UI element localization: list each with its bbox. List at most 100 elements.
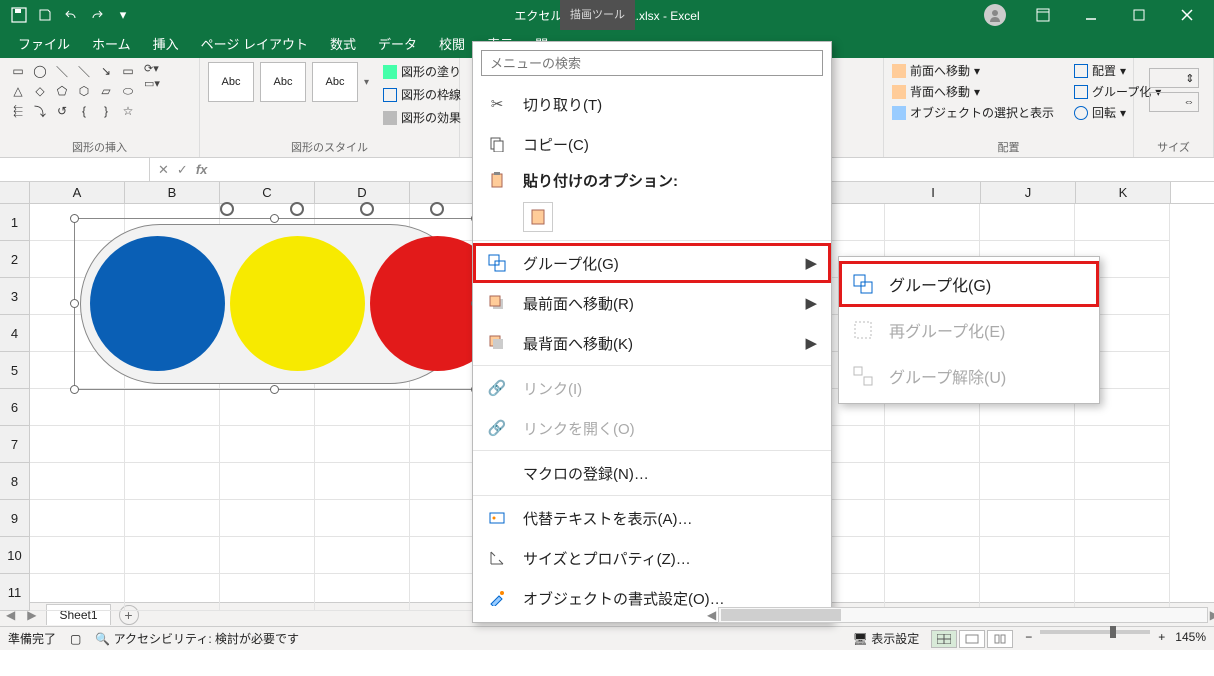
fx-icon[interactable]: fx — [196, 162, 208, 177]
height-input[interactable]: ⇕ — [1149, 68, 1199, 88]
cell[interactable] — [980, 500, 1075, 537]
cell[interactable] — [1075, 537, 1170, 574]
cell[interactable] — [885, 204, 980, 241]
cell[interactable] — [220, 537, 315, 574]
cell[interactable] — [1075, 204, 1170, 241]
style-gallery[interactable]: Abc Abc Abc ▾ — [208, 62, 369, 102]
paste-option-1[interactable] — [523, 202, 553, 232]
cell[interactable] — [885, 537, 980, 574]
cell[interactable] — [220, 426, 315, 463]
view-page-break[interactable] — [987, 630, 1013, 648]
row-header[interactable]: 2 — [0, 241, 30, 278]
send-backward-button[interactable]: 背面へ移動 ▾ — [892, 83, 1054, 100]
cell[interactable] — [315, 537, 410, 574]
menu-search[interactable] — [481, 50, 823, 76]
row-header[interactable]: 3 — [0, 278, 30, 315]
row-header[interactable]: 9 — [0, 500, 30, 537]
qat-customize-icon[interactable]: ▾ — [112, 4, 134, 26]
zoom-in-button[interactable]: + — [1158, 630, 1165, 648]
selection-pane-button[interactable]: オブジェクトの選択と表示 — [892, 104, 1054, 121]
name-box[interactable] — [0, 158, 150, 181]
maximize-button[interactable] — [1116, 0, 1162, 30]
shape-effects-button[interactable]: 図形の効果 — [379, 108, 465, 127]
tab-file[interactable]: ファイル — [8, 29, 80, 58]
col-header[interactable]: B — [125, 182, 220, 203]
cell[interactable] — [125, 463, 220, 500]
row-header[interactable]: 6 — [0, 389, 30, 426]
cell[interactable] — [885, 574, 980, 611]
row-header[interactable]: 7 — [0, 426, 30, 463]
cell[interactable] — [125, 426, 220, 463]
cell[interactable] — [220, 463, 315, 500]
cell[interactable] — [980, 574, 1075, 611]
zoom-out-button[interactable]: − — [1025, 630, 1032, 648]
select-all-corner[interactable] — [0, 182, 30, 203]
view-page-layout[interactable] — [959, 630, 985, 648]
col-header[interactable]: C — [220, 182, 315, 203]
zoom-slider[interactable] — [1040, 630, 1150, 634]
cell[interactable] — [30, 537, 125, 574]
bring-forward-button[interactable]: 前面へ移動 ▾ — [892, 62, 1054, 79]
rotate-handle[interactable] — [220, 202, 234, 216]
cell[interactable] — [220, 389, 315, 426]
cell[interactable] — [885, 426, 980, 463]
cell[interactable] — [980, 537, 1075, 574]
view-normal[interactable] — [931, 630, 957, 648]
menu-size-properties[interactable]: サイズとプロパティ(Z)… — [473, 538, 831, 578]
tab-insert[interactable]: 挿入 — [143, 29, 189, 58]
col-header[interactable]: I — [886, 182, 981, 203]
resize-handle[interactable] — [70, 385, 79, 394]
cell[interactable] — [980, 204, 1075, 241]
cell[interactable] — [125, 574, 220, 611]
cell[interactable] — [30, 389, 125, 426]
col-header[interactable]: D — [315, 182, 410, 203]
selected-shape-group[interactable] — [80, 224, 470, 384]
macro-record-icon[interactable]: ▢ — [70, 632, 81, 646]
cell[interactable] — [885, 463, 980, 500]
row-header[interactable]: 1 — [0, 204, 30, 241]
rotate-handle[interactable] — [290, 202, 304, 216]
account-avatar[interactable] — [984, 4, 1006, 26]
cell[interactable] — [315, 426, 410, 463]
row-header[interactable]: 10 — [0, 537, 30, 574]
width-input[interactable]: ⇔ — [1149, 92, 1199, 112]
ribbon-display-icon[interactable] — [1020, 0, 1066, 30]
cell[interactable] — [980, 463, 1075, 500]
edit-shape-icon[interactable]: ⟳▾ — [144, 62, 160, 75]
row-header[interactable]: 11 — [0, 574, 30, 611]
menu-copy[interactable]: コピー(C) — [473, 124, 831, 164]
menu-search-input[interactable] — [481, 50, 823, 76]
cell[interactable] — [30, 500, 125, 537]
horizontal-scrollbar[interactable]: ◀▶ — [718, 607, 1208, 623]
shape-fill-button[interactable]: 図形の塗り — [379, 62, 465, 81]
rotate-handle[interactable] — [430, 202, 444, 216]
cell[interactable] — [1075, 574, 1170, 611]
tab-pagelayout[interactable]: ページ レイアウト — [191, 29, 318, 58]
cell[interactable] — [1075, 463, 1170, 500]
accessibility-status[interactable]: 🔍 アクセシビリティ: 検討が必要です — [95, 630, 299, 647]
minimize-button[interactable] — [1068, 0, 1114, 30]
cell[interactable] — [125, 537, 220, 574]
submenu-group[interactable]: グループ化(G) — [839, 261, 1099, 307]
display-settings-button[interactable]: 🖥 表示設定 — [853, 630, 920, 648]
row-header[interactable]: 8 — [0, 463, 30, 500]
resize-handle[interactable] — [270, 214, 279, 223]
col-header[interactable]: K — [1076, 182, 1171, 203]
save-icon[interactable] — [34, 4, 56, 26]
cell[interactable] — [220, 500, 315, 537]
tab-data[interactable]: データ — [368, 29, 427, 58]
cell[interactable] — [315, 500, 410, 537]
col-header[interactable]: J — [981, 182, 1076, 203]
menu-bring-front[interactable]: 最前面へ移動(R) ▶ — [473, 283, 831, 323]
cell[interactable] — [315, 574, 410, 611]
cell[interactable] — [220, 574, 315, 611]
cell[interactable] — [1075, 426, 1170, 463]
cell[interactable] — [315, 463, 410, 500]
shape-outline-button[interactable]: 図形の枠線 — [379, 85, 465, 104]
menu-send-back[interactable]: 最背面へ移動(K) ▶ — [473, 323, 831, 363]
menu-macro[interactable]: マクロの登録(N)… — [473, 453, 831, 493]
resize-handle[interactable] — [70, 299, 79, 308]
shape-gallery[interactable]: ▭◯＼＼↘▭ △◇⬠⬡▱⬭ ⬱⤵↺{}☆ — [8, 62, 138, 120]
rotate-handle[interactable] — [360, 202, 374, 216]
cell[interactable] — [315, 389, 410, 426]
